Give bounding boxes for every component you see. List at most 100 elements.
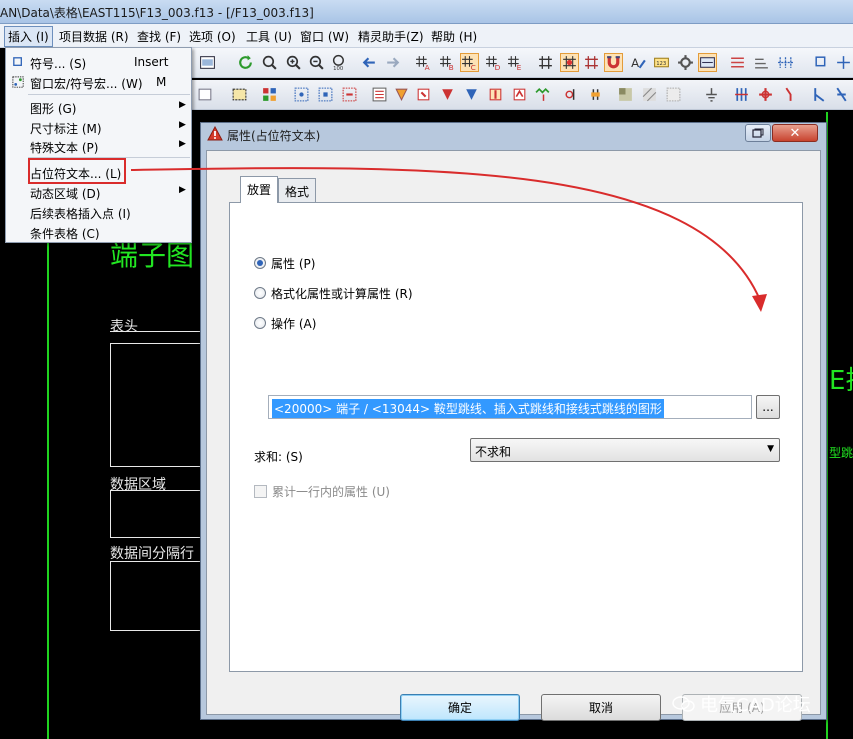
grid-c-icon[interactable]: C bbox=[460, 53, 479, 72]
grid-d-icon[interactable]: D bbox=[484, 53, 503, 72]
device-a-icon[interactable] bbox=[562, 85, 581, 104]
bus-c-icon[interactable] bbox=[780, 85, 799, 104]
format-icon[interactable] bbox=[196, 85, 215, 104]
menu-item-next-table-insert-point[interactable]: 后续表格插入点 (I) bbox=[6, 202, 191, 222]
grid-e-icon[interactable]: E bbox=[506, 53, 525, 72]
fill-a-icon[interactable] bbox=[616, 85, 635, 104]
signal-icon[interactable] bbox=[752, 53, 771, 72]
cancel-button[interactable]: 取消 bbox=[541, 694, 661, 721]
fill-b-icon[interactable] bbox=[664, 85, 683, 104]
terminal-a-icon[interactable] bbox=[370, 85, 389, 104]
dialog-title-bar[interactable]: 属性(占位符文本) ✕ bbox=[201, 123, 826, 145]
select-box-icon[interactable] bbox=[230, 85, 249, 104]
cumulate-checkbox[interactable]: 累计一行内的属性 (U) bbox=[254, 483, 390, 500]
terminal-f-icon[interactable] bbox=[486, 85, 505, 104]
grid-b-icon[interactable]: B bbox=[438, 53, 457, 72]
radio-action[interactable]: 操作 (A) bbox=[254, 315, 316, 331]
menu-insert[interactable]: 插入 (I) bbox=[4, 26, 53, 47]
node-icon[interactable] bbox=[834, 53, 853, 72]
menu-item-special-text[interactable]: 特殊文本 (P) ▶ bbox=[6, 136, 191, 156]
refresh-icon[interactable] bbox=[236, 53, 255, 72]
radio-property[interactable]: 属性 (P) bbox=[254, 255, 315, 271]
sum-select[interactable]: 不求和 ▼ bbox=[470, 438, 780, 462]
menu-window[interactable]: 窗口 (W) bbox=[300, 28, 349, 45]
highlight-box bbox=[28, 158, 126, 184]
menu-find[interactable]: 查找 (F) bbox=[137, 28, 181, 45]
counter-icon[interactable]: 123 bbox=[652, 53, 671, 72]
terminal-d-icon[interactable] bbox=[438, 85, 457, 104]
arrow-right-icon[interactable] bbox=[383, 53, 402, 72]
dotted-box-c-icon[interactable] bbox=[340, 85, 359, 104]
sum-label: 求和: (S) bbox=[254, 450, 303, 464]
terminal-e-icon[interactable] bbox=[462, 85, 481, 104]
menu-item-dimension[interactable]: 尺寸标注 (M) ▶ bbox=[6, 117, 191, 137]
select-icon[interactable] bbox=[812, 53, 831, 72]
device-b-icon[interactable] bbox=[586, 85, 605, 104]
close-button[interactable]: ✕ bbox=[772, 124, 818, 142]
menu-help[interactable]: 帮助 (H) bbox=[431, 28, 477, 45]
terminal-b-icon[interactable] bbox=[392, 85, 411, 104]
dotted-box-b-icon[interactable] bbox=[316, 85, 335, 104]
chevron-down-icon: ▼ bbox=[767, 444, 774, 454]
submenu-arrow-icon: ▶ bbox=[179, 139, 186, 149]
radio-format-property[interactable]: 格式化属性或计算属性 (R) bbox=[254, 285, 413, 301]
menu-wizard[interactable]: 精灵助手(Z) bbox=[358, 28, 424, 45]
zoom-100-icon[interactable]: 100 bbox=[330, 53, 349, 72]
bus-b-icon[interactable] bbox=[756, 85, 775, 104]
wire-a-icon[interactable] bbox=[810, 85, 829, 104]
restore-button[interactable] bbox=[745, 124, 771, 142]
svg-text:A: A bbox=[425, 63, 431, 71]
arrow-left-icon[interactable] bbox=[360, 53, 379, 72]
zoom-window-icon[interactable] bbox=[260, 53, 279, 72]
zoom-out-icon[interactable] bbox=[307, 53, 326, 72]
wechat-icon bbox=[672, 696, 695, 712]
crosshair-grid-icon[interactable] bbox=[582, 53, 601, 72]
snap-grid-icon[interactable] bbox=[560, 53, 579, 72]
dialog-body: 放置 格式 属性 (P) 格式化属性或计算属性 (R) 操作 (A) <2000… bbox=[206, 150, 821, 721]
ok-button[interactable]: 确定 bbox=[400, 694, 520, 721]
separator-row-label: 数据间分隔行 bbox=[110, 546, 194, 562]
text-edit-icon[interactable]: A bbox=[629, 53, 648, 72]
property-value-field[interactable]: <20000> 端子 / <13044> 鞍型跳线、插入式跳线和接线式跳线的图形 bbox=[268, 395, 752, 419]
magnet-icon[interactable] bbox=[604, 53, 623, 72]
restore-icon bbox=[752, 128, 764, 138]
submenu-arrow-icon: ▶ bbox=[179, 185, 186, 195]
svg-text:C: C bbox=[471, 63, 476, 71]
separator-row-box bbox=[110, 561, 202, 631]
menu-bar: 插入 (I) 项目数据 (R) 查找 (F) 选项 (O) 工具 (U) 窗口 … bbox=[0, 24, 853, 48]
frame-icon[interactable] bbox=[698, 53, 717, 72]
zoom-in-icon[interactable] bbox=[284, 53, 303, 72]
menu-item-dynamic-area[interactable]: 动态区域 (D) ▶ bbox=[6, 182, 191, 202]
menu-item-graphics[interactable]: 图形 (G) ▶ bbox=[6, 97, 191, 117]
side-small-text: 型跳 bbox=[829, 446, 853, 460]
wave-icon[interactable] bbox=[534, 85, 553, 104]
terminal-c-icon[interactable] bbox=[414, 85, 433, 104]
tab-panel-placement: 属性 (P) 格式化属性或计算属性 (R) 操作 (A) <20000> 端子 … bbox=[229, 202, 803, 672]
tab-format[interactable]: 格式 bbox=[278, 178, 317, 202]
grid-a-icon[interactable]: A bbox=[414, 53, 433, 72]
dotted-box-a-icon[interactable] bbox=[292, 85, 311, 104]
lines-red-icon[interactable] bbox=[728, 53, 747, 72]
bus-a-icon[interactable] bbox=[732, 85, 751, 104]
window-view-icon[interactable] bbox=[198, 53, 217, 72]
group-icon[interactable] bbox=[260, 85, 279, 104]
data-area-box bbox=[110, 490, 202, 538]
menu-tools[interactable]: 工具 (U) bbox=[246, 28, 292, 45]
browse-button[interactable]: ... bbox=[756, 395, 780, 419]
ground-icon[interactable] bbox=[702, 85, 721, 104]
grid-icon[interactable] bbox=[536, 53, 555, 72]
hatch-icon[interactable] bbox=[640, 85, 659, 104]
tab-placement[interactable]: 放置 bbox=[240, 176, 279, 203]
menu-item-window-macro[interactable]: 窗口宏/符号宏... (W) M bbox=[6, 72, 191, 92]
settings-icon[interactable] bbox=[676, 53, 695, 72]
warning-icon bbox=[207, 125, 223, 141]
menu-item-conditional-table[interactable]: 条件表格 (C) bbox=[6, 222, 191, 242]
wire-b-icon[interactable] bbox=[832, 85, 851, 104]
menu-options[interactable]: 选项 (O) bbox=[189, 28, 236, 45]
connections-icon[interactable] bbox=[776, 53, 795, 72]
menu-project-data[interactable]: 项目数据 (R) bbox=[59, 28, 129, 45]
menu-separator bbox=[28, 94, 190, 95]
header-line bbox=[110, 331, 202, 332]
terminal-g-icon[interactable] bbox=[510, 85, 529, 104]
menu-item-symbol[interactable]: 符号... (S) Insert bbox=[6, 52, 191, 72]
